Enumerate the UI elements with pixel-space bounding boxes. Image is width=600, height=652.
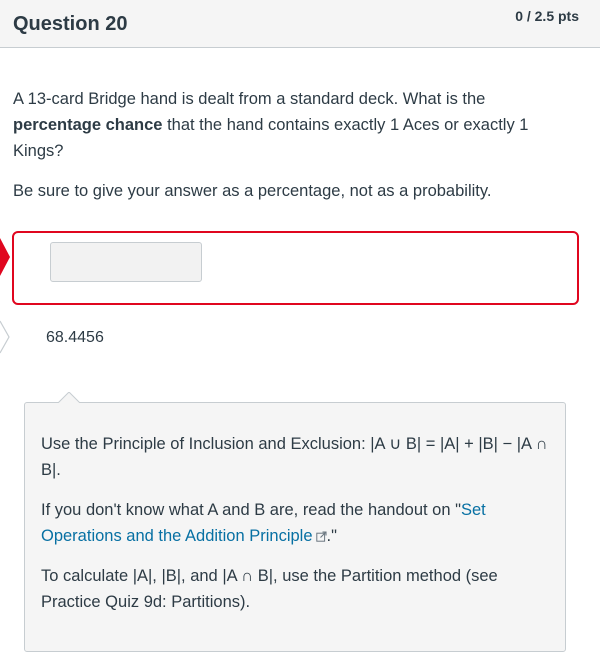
prompt-emphasis: percentage chance	[13, 116, 163, 134]
comment-text: Use the Principle of Inclusion and Exclu…	[41, 431, 553, 629]
handout-text-start: If you don't know what A and B are, read…	[41, 501, 461, 519]
comment-paragraph-principle: Use the Principle of Inclusion and Exclu…	[41, 435, 548, 479]
correct-answer-value: 68.4456	[46, 329, 104, 346]
question-text: A 13-card Bridge hand is dealt from a st…	[13, 86, 573, 204]
comment-caret	[58, 392, 80, 403]
answer-input[interactable]	[50, 242, 202, 282]
answer-box	[12, 231, 579, 305]
comment-paragraph-partition: To calculate |A|, |B|, and |A ∩ B|, use …	[41, 567, 498, 611]
question-header: Question 20 0 / 2.5 pts	[0, 0, 600, 48]
correct-answer-arrow	[0, 320, 10, 354]
question-title: Question 20	[13, 13, 128, 35]
handout-text-end: ."	[326, 527, 337, 545]
incorrect-answer-arrow	[0, 238, 10, 276]
answer-comment: Use the Principle of Inclusion and Exclu…	[24, 402, 566, 652]
external-link-icon	[315, 531, 327, 542]
question-instruction: Be sure to give your answer as a percent…	[13, 182, 492, 200]
question-prompt: A 13-card Bridge hand is dealt from a st…	[13, 86, 573, 164]
prompt-text-start: A 13-card Bridge hand is dealt from a st…	[13, 90, 486, 108]
comment-paragraph-handout: If you don't know what A and B are, read…	[41, 497, 553, 549]
question-points: 0 / 2.5 pts	[515, 8, 579, 24]
